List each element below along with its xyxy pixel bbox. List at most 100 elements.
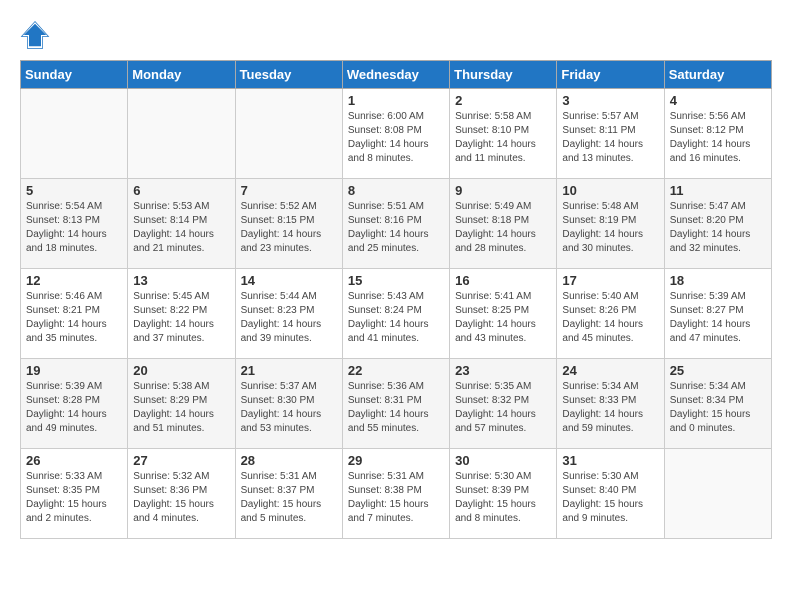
day-number: 25 bbox=[670, 363, 766, 378]
day-cell bbox=[664, 449, 771, 539]
day-info: Sunrise: 6:00 AM Sunset: 8:08 PM Dayligh… bbox=[348, 110, 444, 166]
day-number: 5 bbox=[26, 183, 122, 198]
day-number: 1 bbox=[348, 93, 444, 108]
day-info: Sunrise: 5:35 AM Sunset: 8:32 PM Dayligh… bbox=[455, 380, 551, 436]
day-number: 13 bbox=[133, 273, 229, 288]
day-cell: 9 Sunrise: 5:49 AM Sunset: 8:18 PM Daylig… bbox=[450, 179, 557, 269]
day-cell: 27 Sunrise: 5:32 AM Sunset: 8:36 PM Dayli… bbox=[128, 449, 235, 539]
day-number: 23 bbox=[455, 363, 551, 378]
day-cell: 2 Sunrise: 5:58 AM Sunset: 8:10 PM Daylig… bbox=[450, 89, 557, 179]
day-cell: 21Sunrise: 5:37 AM Sunset: 8:30 PM Dayli… bbox=[235, 359, 342, 449]
day-info: Sunrise: 5:44 AM Sunset: 8:23 PM Dayligh… bbox=[241, 290, 337, 346]
day-cell: 14Sunrise: 5:44 AM Sunset: 8:23 PM Dayli… bbox=[235, 269, 342, 359]
weekday-header-friday: Friday bbox=[557, 61, 664, 89]
day-info: Sunrise: 5:46 AM Sunset: 8:21 PM Dayligh… bbox=[26, 290, 122, 346]
day-cell: 4 Sunrise: 5:56 AM Sunset: 8:12 PM Daylig… bbox=[664, 89, 771, 179]
day-info: Sunrise: 5:58 AM Sunset: 8:10 PM Dayligh… bbox=[455, 110, 551, 166]
day-number: 28 bbox=[241, 453, 337, 468]
logo-icon bbox=[20, 20, 50, 50]
day-cell: 1 Sunrise: 6:00 AM Sunset: 8:08 PM Daylig… bbox=[342, 89, 449, 179]
day-info: Sunrise: 5:40 AM Sunset: 8:26 PM Dayligh… bbox=[562, 290, 658, 346]
day-info: Sunrise: 5:57 AM Sunset: 8:11 PM Dayligh… bbox=[562, 110, 658, 166]
day-cell: 6Sunrise: 5:53 AM Sunset: 8:14 PM Daylig… bbox=[128, 179, 235, 269]
day-cell: 25 Sunrise: 5:34 AM Sunset: 8:34 PM Dayli… bbox=[664, 359, 771, 449]
week-row-2: 5Sunrise: 5:54 AM Sunset: 8:13 PM Daylig… bbox=[21, 179, 772, 269]
day-number: 18 bbox=[670, 273, 766, 288]
weekday-header-saturday: Saturday bbox=[664, 61, 771, 89]
day-cell: 31 Sunrise: 5:30 AM Sunset: 8:40 PM Dayli… bbox=[557, 449, 664, 539]
day-cell: 15 Sunrise: 5:43 AM Sunset: 8:24 PM Dayli… bbox=[342, 269, 449, 359]
day-cell: 11 Sunrise: 5:47 AM Sunset: 8:20 PM Dayli… bbox=[664, 179, 771, 269]
day-info: Sunrise: 5:48 AM Sunset: 8:19 PM Dayligh… bbox=[562, 200, 658, 256]
week-row-5: 26Sunrise: 5:33 AM Sunset: 8:35 PM Dayli… bbox=[21, 449, 772, 539]
day-number: 16 bbox=[455, 273, 551, 288]
day-number: 24 bbox=[562, 363, 658, 378]
day-cell: 3 Sunrise: 5:57 AM Sunset: 8:11 PM Daylig… bbox=[557, 89, 664, 179]
day-number: 6 bbox=[133, 183, 229, 198]
day-number: 11 bbox=[670, 183, 766, 198]
day-info: Sunrise: 5:45 AM Sunset: 8:22 PM Dayligh… bbox=[133, 290, 229, 346]
day-cell: 5Sunrise: 5:54 AM Sunset: 8:13 PM Daylig… bbox=[21, 179, 128, 269]
week-row-4: 19 Sunrise: 5:39 AM Sunset: 8:28 PM Dayli… bbox=[21, 359, 772, 449]
weekday-header-thursday: Thursday bbox=[450, 61, 557, 89]
day-info: Sunrise: 5:56 AM Sunset: 8:12 PM Dayligh… bbox=[670, 110, 766, 166]
week-row-1: 1 Sunrise: 6:00 AM Sunset: 8:08 PM Daylig… bbox=[21, 89, 772, 179]
day-info: Sunrise: 5:38 AM Sunset: 8:29 PM Dayligh… bbox=[133, 380, 229, 436]
day-cell: 19 Sunrise: 5:39 AM Sunset: 8:28 PM Dayli… bbox=[21, 359, 128, 449]
day-number: 12 bbox=[26, 273, 122, 288]
day-info: Sunrise: 5:31 AM Sunset: 8:37 PM Dayligh… bbox=[241, 470, 337, 526]
day-info: Sunrise: 5:32 AM Sunset: 8:36 PM Dayligh… bbox=[133, 470, 229, 526]
day-info: Sunrise: 5:34 AM Sunset: 8:33 PM Dayligh… bbox=[562, 380, 658, 436]
day-number: 8 bbox=[348, 183, 444, 198]
weekday-header-row: SundayMondayTuesdayWednesdayThursdayFrid… bbox=[21, 61, 772, 89]
logo bbox=[20, 20, 54, 50]
day-number: 2 bbox=[455, 93, 551, 108]
day-info: Sunrise: 5:51 AM Sunset: 8:16 PM Dayligh… bbox=[348, 200, 444, 256]
day-info: Sunrise: 5:34 AM Sunset: 8:34 PM Dayligh… bbox=[670, 380, 766, 436]
day-cell: 12 Sunrise: 5:46 AM Sunset: 8:21 PM Dayli… bbox=[21, 269, 128, 359]
day-info: Sunrise: 5:43 AM Sunset: 8:24 PM Dayligh… bbox=[348, 290, 444, 346]
day-info: Sunrise: 5:52 AM Sunset: 8:15 PM Dayligh… bbox=[241, 200, 337, 256]
day-number: 9 bbox=[455, 183, 551, 198]
day-number: 20 bbox=[133, 363, 229, 378]
day-number: 15 bbox=[348, 273, 444, 288]
day-cell: 28 Sunrise: 5:31 AM Sunset: 8:37 PM Dayli… bbox=[235, 449, 342, 539]
weekday-header-sunday: Sunday bbox=[21, 61, 128, 89]
day-info: Sunrise: 5:30 AM Sunset: 8:39 PM Dayligh… bbox=[455, 470, 551, 526]
day-cell: 16Sunrise: 5:41 AM Sunset: 8:25 PM Dayli… bbox=[450, 269, 557, 359]
day-cell: 10 Sunrise: 5:48 AM Sunset: 8:19 PM Dayli… bbox=[557, 179, 664, 269]
day-info: Sunrise: 5:47 AM Sunset: 8:20 PM Dayligh… bbox=[670, 200, 766, 256]
day-number: 27 bbox=[133, 453, 229, 468]
day-cell: 20 Sunrise: 5:38 AM Sunset: 8:29 PM Dayli… bbox=[128, 359, 235, 449]
day-info: Sunrise: 5:39 AM Sunset: 8:27 PM Dayligh… bbox=[670, 290, 766, 346]
day-cell: 30Sunrise: 5:30 AM Sunset: 8:39 PM Dayli… bbox=[450, 449, 557, 539]
day-cell: 23 Sunrise: 5:35 AM Sunset: 8:32 PM Dayli… bbox=[450, 359, 557, 449]
day-info: Sunrise: 5:39 AM Sunset: 8:28 PM Dayligh… bbox=[26, 380, 122, 436]
day-number: 21 bbox=[241, 363, 337, 378]
weekday-header-monday: Monday bbox=[128, 61, 235, 89]
day-cell: 18 Sunrise: 5:39 AM Sunset: 8:27 PM Dayli… bbox=[664, 269, 771, 359]
day-number: 19 bbox=[26, 363, 122, 378]
day-number: 4 bbox=[670, 93, 766, 108]
day-number: 3 bbox=[562, 93, 658, 108]
day-number: 10 bbox=[562, 183, 658, 198]
day-number: 17 bbox=[562, 273, 658, 288]
page-header bbox=[20, 20, 772, 50]
day-cell bbox=[21, 89, 128, 179]
day-info: Sunrise: 5:30 AM Sunset: 8:40 PM Dayligh… bbox=[562, 470, 658, 526]
day-number: 31 bbox=[562, 453, 658, 468]
day-info: Sunrise: 5:49 AM Sunset: 8:18 PM Dayligh… bbox=[455, 200, 551, 256]
day-cell: 26Sunrise: 5:33 AM Sunset: 8:35 PM Dayli… bbox=[21, 449, 128, 539]
day-cell: 7 Sunrise: 5:52 AM Sunset: 8:15 PM Daylig… bbox=[235, 179, 342, 269]
day-number: 26 bbox=[26, 453, 122, 468]
day-cell bbox=[128, 89, 235, 179]
day-cell: 24 Sunrise: 5:34 AM Sunset: 8:33 PM Dayli… bbox=[557, 359, 664, 449]
day-info: Sunrise: 5:36 AM Sunset: 8:31 PM Dayligh… bbox=[348, 380, 444, 436]
day-number: 7 bbox=[241, 183, 337, 198]
day-cell: 13 Sunrise: 5:45 AM Sunset: 8:22 PM Dayli… bbox=[128, 269, 235, 359]
week-row-3: 12 Sunrise: 5:46 AM Sunset: 8:21 PM Dayli… bbox=[21, 269, 772, 359]
day-number: 22 bbox=[348, 363, 444, 378]
day-cell: 8 Sunrise: 5:51 AM Sunset: 8:16 PM Daylig… bbox=[342, 179, 449, 269]
day-info: Sunrise: 5:31 AM Sunset: 8:38 PM Dayligh… bbox=[348, 470, 444, 526]
weekday-header-tuesday: Tuesday bbox=[235, 61, 342, 89]
